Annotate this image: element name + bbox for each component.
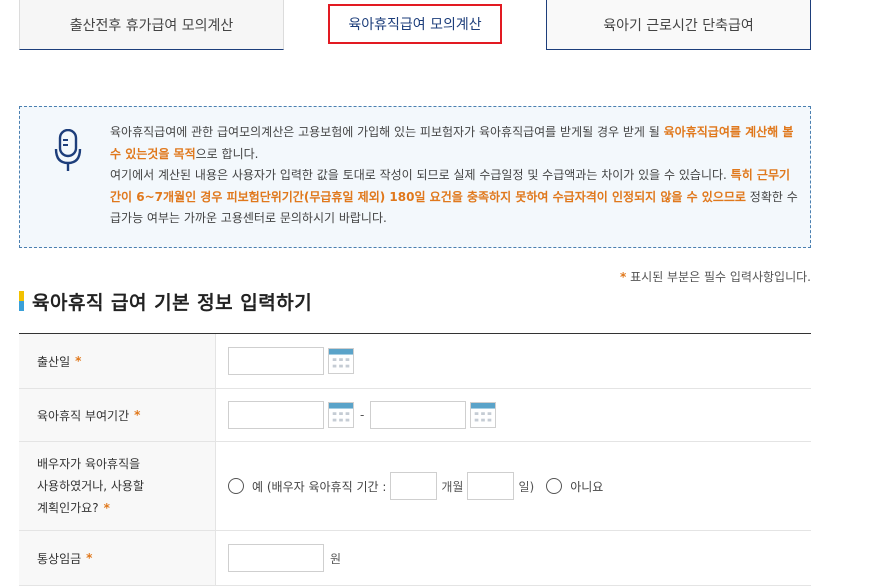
spouse-months-input[interactable] [390,472,438,500]
microphone-icon [54,129,82,171]
wage-unit: 원 [330,551,342,566]
row-wage: 통상임금 * 원 [19,531,811,586]
tab-parental-leave-label: 육아휴직급여 모의계산 [328,4,502,44]
spouse-days-input[interactable] [467,472,515,500]
calendar-icon[interactable] [470,402,497,428]
row-spouse-leave: 배우자가 육아휴직을 사용하였거나, 사용할 계획인가요? * 예 (배우자 육아… [19,442,811,531]
wage-label: 통상임금 * [19,531,216,585]
months-label: 개월 [441,479,464,494]
range-separator: - [360,408,365,422]
spouse-no-label: 아니요 [570,479,604,494]
leave-start-input[interactable] [228,401,324,429]
tab-parental-leave[interactable]: 육아휴직급여 모의계산 [284,0,546,50]
spouse-yes-label: 예 (배우자 육아휴직 기간 : [252,479,387,494]
tab-maternity-leave[interactable]: 출산전후 휴가급여 모의계산 [19,0,284,50]
required-note: * 표시된 부분은 필수 입력사항입니다. [620,270,811,284]
days-label: 일) [518,479,535,494]
leave-end-input[interactable] [370,401,467,429]
calendar-icon[interactable] [328,348,354,374]
section-title: 육아휴직 급여 기본 정보 입력하기 [19,287,312,315]
tab-reduced-hours[interactable]: 육아기 근로시간 단축급여 [546,0,811,50]
notice-box: 육아휴직급여에 관한 급여모의계산은 고용보험에 가입해 있는 피보험자가 육아… [19,106,811,248]
leave-period-label: 육아휴직 부여기간 * [19,389,216,441]
row-birth-date: 출산일 * [19,334,811,389]
wage-input[interactable] [228,544,324,572]
spouse-leave-label: 배우자가 육아휴직을 사용하였거나, 사용할 계획인가요? * [19,442,216,530]
calendar-icon[interactable] [328,402,354,428]
page-title: 육아휴직 급여 기본 정보 입력하기 [32,291,313,314]
notice-text: 육아휴직급여에 관한 급여모의계산은 고용보험에 가입해 있는 피보험자가 육아… [110,125,798,225]
birth-date-label: 출산일 * [19,334,216,388]
title-marker [19,291,24,311]
tab-bar: 출산전후 휴가급여 모의계산 육아휴직급여 모의계산 육아기 근로시간 단축급여 [0,0,880,52]
birth-date-input[interactable] [228,347,324,375]
spouse-yes-radio[interactable] [228,478,244,494]
spouse-no-radio[interactable] [546,478,563,494]
input-form: 출산일 * 육아휴직 부여기간 * - 배우자가 육아휴직을 사용하였거나, 사… [19,333,811,586]
row-leave-period: 육아휴직 부여기간 * - [19,389,811,442]
